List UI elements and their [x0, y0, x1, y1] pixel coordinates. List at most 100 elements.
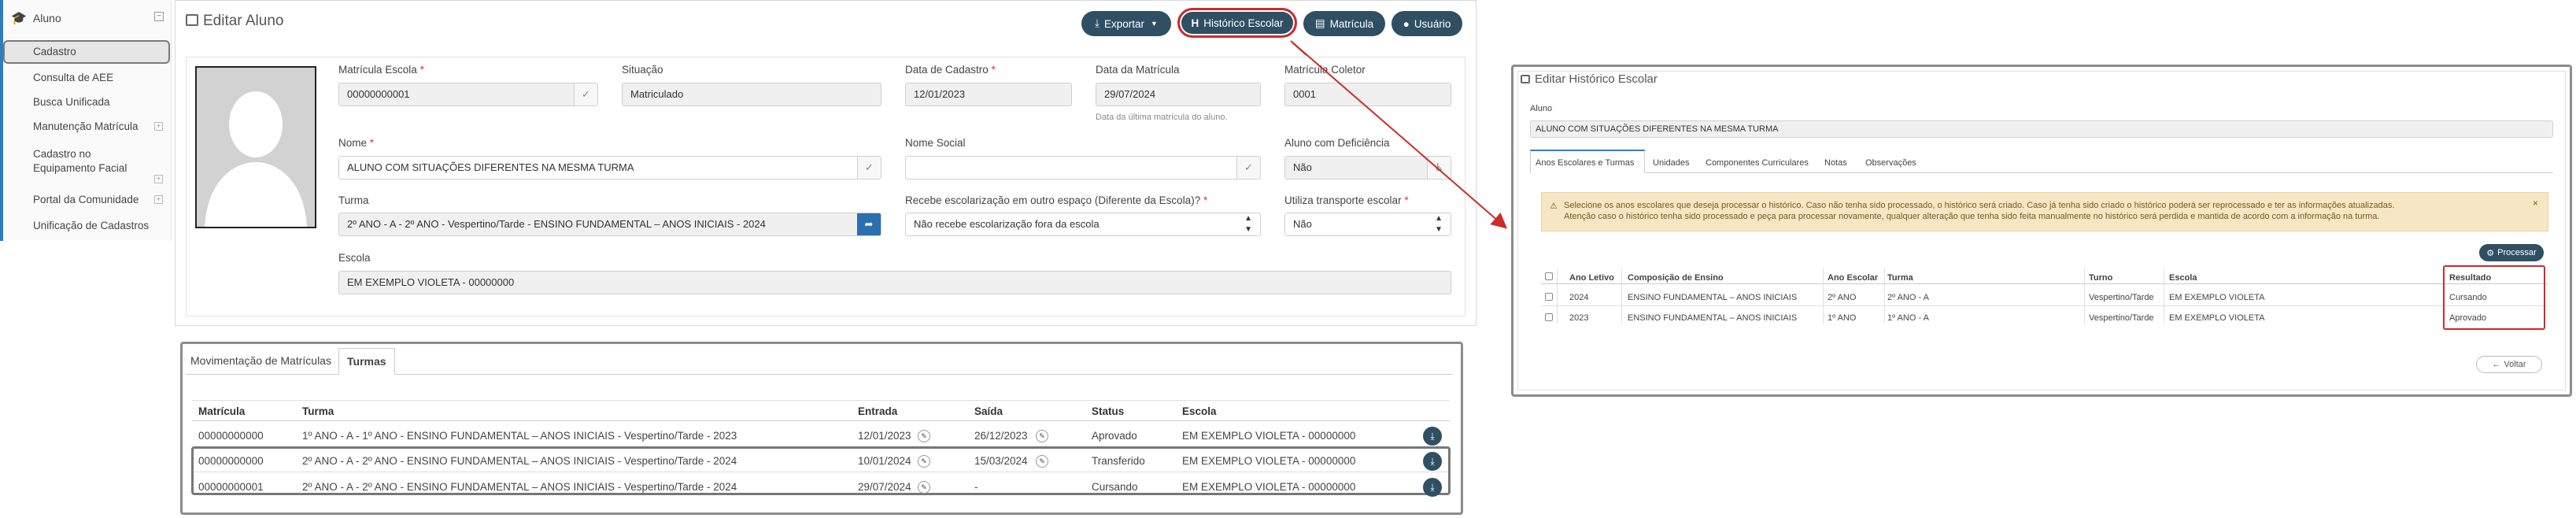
- usuario-button[interactable]: ● Usuário: [1391, 11, 1462, 36]
- h-icon: H: [1191, 17, 1199, 29]
- edit-entrada-icon[interactable]: ✎: [918, 455, 930, 468]
- h-col-ano-letivo: Ano Letivo: [1569, 273, 1614, 283]
- h-row1-escola: EM EXEMPLO VIOLETA: [2169, 313, 2265, 323]
- sidebar-item-label: Cadastro: [33, 46, 76, 57]
- resultado-highlight-box: [2443, 265, 2545, 330]
- historico-title: Editar Histórico Escolar: [1521, 72, 1658, 86]
- col-line: [1823, 268, 1824, 324]
- edit-icon: [186, 14, 198, 26]
- historico-escolar-button[interactable]: H Histórico Escolar: [1177, 8, 1297, 38]
- matricula-coletor-field: 0001: [1284, 83, 1451, 106]
- matricula-escola-label: Matrícula Escola *: [338, 64, 424, 76]
- col-status: Status: [1092, 405, 1125, 417]
- edit-entrada-icon[interactable]: ✎: [918, 481, 930, 494]
- sidebar-head[interactable]: 🎓 Aluno −: [0, 0, 172, 36]
- row1-status: Transferido: [1092, 455, 1145, 467]
- row1-entrada: 10/01/2024: [858, 455, 911, 467]
- download-icon[interactable]: ⤓: [1423, 427, 1442, 446]
- row2-entrada: 29/07/2024: [858, 481, 911, 493]
- h-row0-ano: 2024: [1569, 293, 1589, 302]
- aluno-deficiencia-label: Aluno com Deficiência: [1284, 137, 1390, 149]
- col-line: [1884, 268, 1885, 324]
- download-icon[interactable]: ⤓: [1423, 478, 1442, 497]
- user-icon: ●: [1403, 17, 1410, 30]
- edit-entrada-icon[interactable]: ✎: [918, 430, 930, 442]
- close-icon[interactable]: ×: [2533, 198, 2538, 209]
- row2-turma: 2º ANO - A - 2º ANO - ENSINO FUNDAMENTAL…: [302, 481, 737, 493]
- h-tab-anos[interactable]: Anos Escolares e Turmas: [1536, 158, 1634, 168]
- aluno-deficiencia-field: Não ♿: [1284, 156, 1451, 179]
- situacao-label: Situação: [622, 64, 663, 76]
- row1-saida: 15/03/2024: [974, 455, 1028, 467]
- h-tab-componentes[interactable]: Componentes Curriculares: [1706, 158, 1809, 168]
- arrow-left-icon: ←: [2492, 360, 2501, 369]
- graduation-cap-icon: 🎓: [11, 12, 27, 25]
- edit-saida-icon[interactable]: ✎: [1036, 455, 1048, 468]
- avatar-placeholder-icon: [197, 68, 315, 227]
- row1-matricula: 00000000000: [198, 455, 264, 467]
- wheelchair-icon: ♿: [1427, 157, 1451, 179]
- expand-icon[interactable]: +: [154, 195, 163, 204]
- h-row1-ano-escolar: 1º ANO: [1828, 313, 1857, 323]
- h-row1-composicao: ENSINO FUNDAMENTAL – ANOS INICIAIS: [1628, 313, 1798, 323]
- h-row1-turno: Vespertino/Tarde: [2089, 313, 2154, 323]
- collapse-icon[interactable]: −: [154, 12, 164, 21]
- situacao-field: Matriculado: [622, 83, 881, 106]
- transporte-select[interactable]: Não ▲ ▼: [1284, 213, 1451, 236]
- tab-movimentacao[interactable]: Movimentação de Matrículas: [183, 348, 339, 373]
- col-matricula: Matrícula: [198, 405, 246, 417]
- row-divider: [1541, 305, 2548, 306]
- sidebar-item-portal-comunidade[interactable]: Portal da Comunidade: [3, 193, 168, 207]
- data-cadastro-input[interactable]: 12/01/2023: [905, 83, 1072, 106]
- download-icon[interactable]: ⤓: [1423, 452, 1442, 471]
- table-header-bottom: [192, 420, 1450, 421]
- nome-social-label: Nome Social: [905, 137, 966, 149]
- row2-status: Cursando: [1092, 481, 1138, 493]
- sidebar-item-consulta-aee[interactable]: Consulta de AEE: [3, 71, 168, 85]
- row-checkbox[interactable]: [1545, 293, 1553, 301]
- col-line: [1557, 268, 1558, 324]
- sidebar-item-label: Cadastro no Equipamento Facial: [33, 148, 128, 174]
- sidebar-item-label: Busca Unificada: [33, 96, 110, 108]
- sidebar-item-equipamento-facial[interactable]: Cadastro no Equipamento Facial: [3, 147, 153, 176]
- tab-turmas[interactable]: Turmas: [338, 348, 395, 375]
- h-tab-unidades[interactable]: Unidades: [1653, 158, 1689, 168]
- h-tab-notas[interactable]: Notas: [1824, 158, 1847, 168]
- escolarizacao-label: Recebe escolarização em outro espaço (Di…: [905, 194, 1208, 206]
- transporte-label: Utiliza transporte escolar *: [1284, 194, 1409, 206]
- matricula-coletor-label: Matrícula Coletor: [1284, 64, 1366, 76]
- alert-line1: Selecione os anos escolares que deseja p…: [1564, 201, 2395, 210]
- row-checkbox[interactable]: [1545, 313, 1553, 321]
- sidebar-item-busca-unificada[interactable]: Busca Unificada: [3, 95, 168, 109]
- sidebar-item-manutencao-matricula[interactable]: Manutenção Matrícula: [3, 120, 168, 134]
- nome-input[interactable]: ALUNO COM SITUAÇÕES DIFERENTES NA MESMA …: [338, 156, 881, 179]
- row2-saida: -: [974, 481, 978, 493]
- expand-icon[interactable]: +: [154, 175, 163, 183]
- row1-escola: EM EXEMPLO VIOLETA - 00000000: [1182, 455, 1356, 467]
- student-photo[interactable]: [195, 66, 316, 228]
- nome-social-input[interactable]: ✓: [905, 156, 1261, 179]
- row0-matricula: 00000000000: [198, 430, 264, 442]
- share-arrow-icon[interactable]: ➦: [857, 213, 881, 235]
- sidebar-item-unificacao[interactable]: Unificação de Cadastros: [3, 219, 168, 233]
- data-cadastro-label: Data de Cadastro *: [905, 64, 996, 76]
- row0-saida: 26/12/2023: [974, 430, 1028, 442]
- chevron-down-icon: ▼: [1151, 20, 1158, 28]
- escola-label: Escola: [338, 252, 371, 264]
- edit-saida-icon[interactable]: ✎: [1036, 430, 1048, 442]
- h-tab-observacoes[interactable]: Observações: [1865, 158, 1916, 168]
- data-matricula-field: 29/07/2024: [1096, 83, 1261, 106]
- escolarizacao-select[interactable]: Não recebe escolarização fora da escola ▲…: [905, 213, 1261, 236]
- select-caret-icon: ▲ ▼: [1244, 214, 1252, 234]
- expand-icon[interactable]: +: [154, 122, 163, 131]
- processar-button[interactable]: ⚙ Processar: [2479, 244, 2544, 261]
- select-all-checkbox[interactable]: [1545, 272, 1553, 280]
- select-caret-icon: ▲ ▼: [1435, 214, 1443, 234]
- matricula-button[interactable]: ▤ Matrícula: [1303, 11, 1385, 36]
- sidebar-item-cadastro[interactable]: Cadastro: [3, 40, 170, 64]
- col-line: [1621, 268, 1622, 324]
- exportar-button[interactable]: ⤓ Exportar ▼: [1081, 11, 1171, 36]
- matricula-escola-input[interactable]: 00000000001 ✓: [338, 83, 598, 106]
- voltar-button[interactable]: ← Voltar: [2476, 356, 2542, 373]
- h-col-turma: Turma: [1887, 273, 1913, 283]
